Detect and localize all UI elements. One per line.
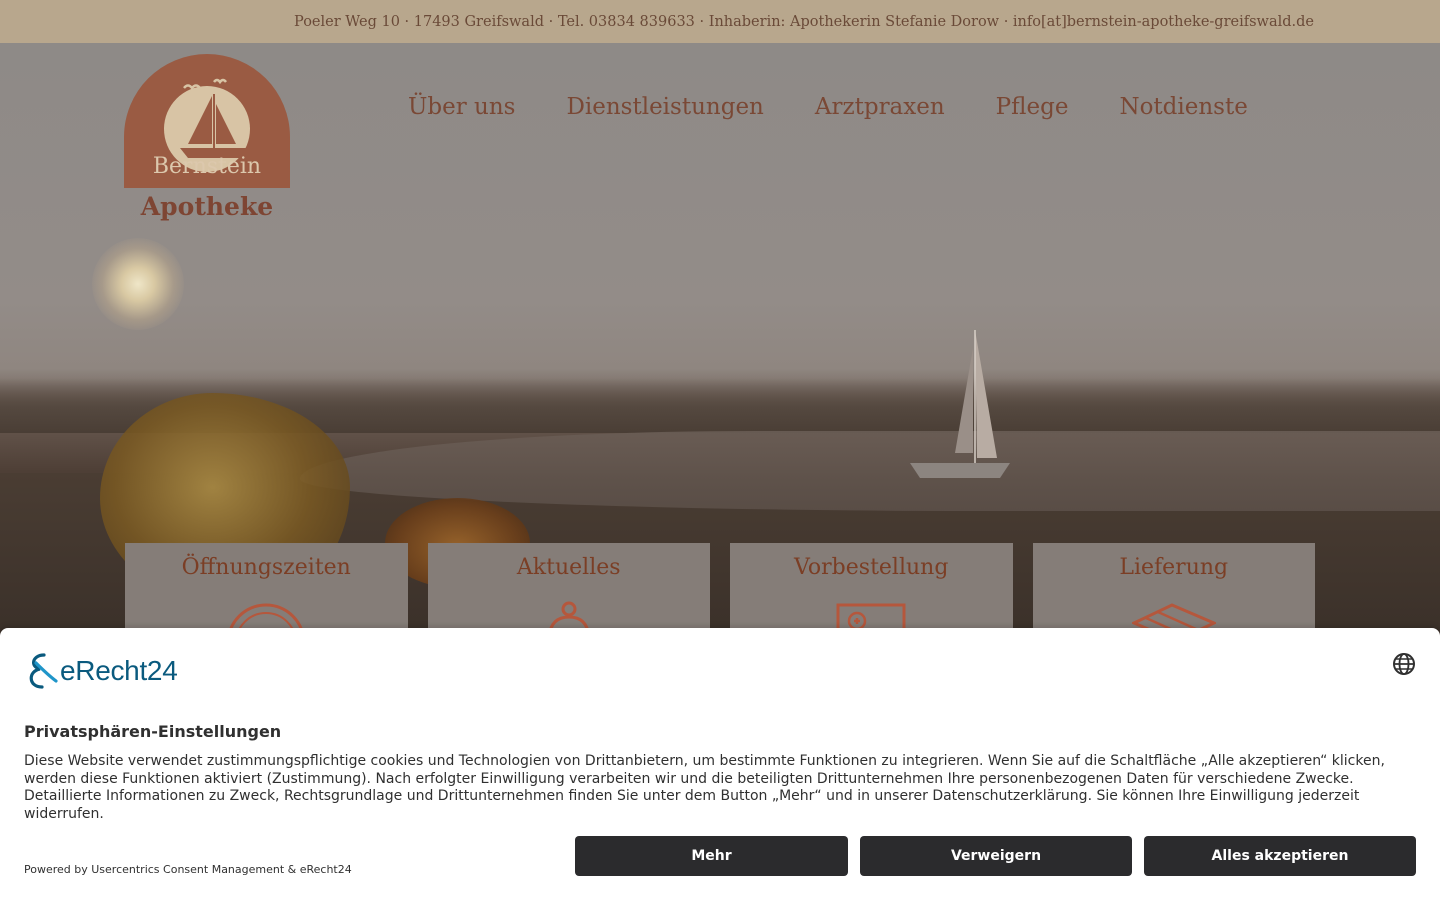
card-title: Aktuelles — [516, 555, 621, 580]
logo-line2: Apotheke — [140, 192, 274, 221]
cookie-consent-banner: eRecht24 Privatsphären-Einstellungen Die… — [0, 628, 1440, 900]
deny-button[interactable]: Verweigern — [860, 836, 1132, 876]
site-logo[interactable]: Bernstein Apotheke — [124, 54, 290, 226]
powered-by-text: Powered by Usercentrics Consent Manageme… — [24, 863, 352, 876]
consent-description: Diese Website verwendet zustimmungspflic… — [24, 753, 1385, 822]
accept-all-button[interactable]: Alles akzeptieren — [1144, 836, 1416, 876]
nav-item-dienstleistungen[interactable]: Dienstleistungen — [566, 94, 763, 120]
logo-line1: Bernstein — [152, 154, 262, 179]
card-title: Öffnungszeiten — [181, 555, 351, 580]
sailboat-icon — [910, 330, 1010, 478]
top-info-bar: Poeler Weg 10 · 17493 Greifswald · Tel. … — [0, 0, 1440, 43]
erecht24-logo: eRecht24 — [24, 651, 178, 691]
erecht24-brand: eRecht24 — [60, 655, 178, 686]
nav-item-pflege[interactable]: Pflege — [996, 94, 1069, 120]
nav-item-ueber-uns[interactable]: Über uns — [408, 94, 515, 120]
contact-info: Poeler Weg 10 · 17493 Greifswald · Tel. … — [294, 13, 1314, 30]
nav-item-arztpraxen[interactable]: Arztpraxen — [815, 94, 945, 120]
card-title: Lieferung — [1119, 555, 1229, 580]
hero-sun — [92, 238, 184, 330]
consent-heading: Privatsphären-Einstellungen — [24, 722, 282, 741]
globe-icon[interactable] — [1392, 652, 1416, 676]
consent-buttons: Mehr Verweigern Alles akzeptieren — [575, 836, 1416, 876]
nav-item-notdienste[interactable]: Notdienste — [1119, 94, 1247, 120]
card-title: Vorbestellung — [794, 555, 949, 580]
logo-emblem: Bernstein — [124, 54, 290, 188]
erecht24-symbol-icon — [29, 653, 58, 689]
more-button[interactable]: Mehr — [575, 836, 848, 876]
main-navigation: Über uns Dienstleistungen Arztpraxen Pfl… — [380, 86, 1248, 128]
